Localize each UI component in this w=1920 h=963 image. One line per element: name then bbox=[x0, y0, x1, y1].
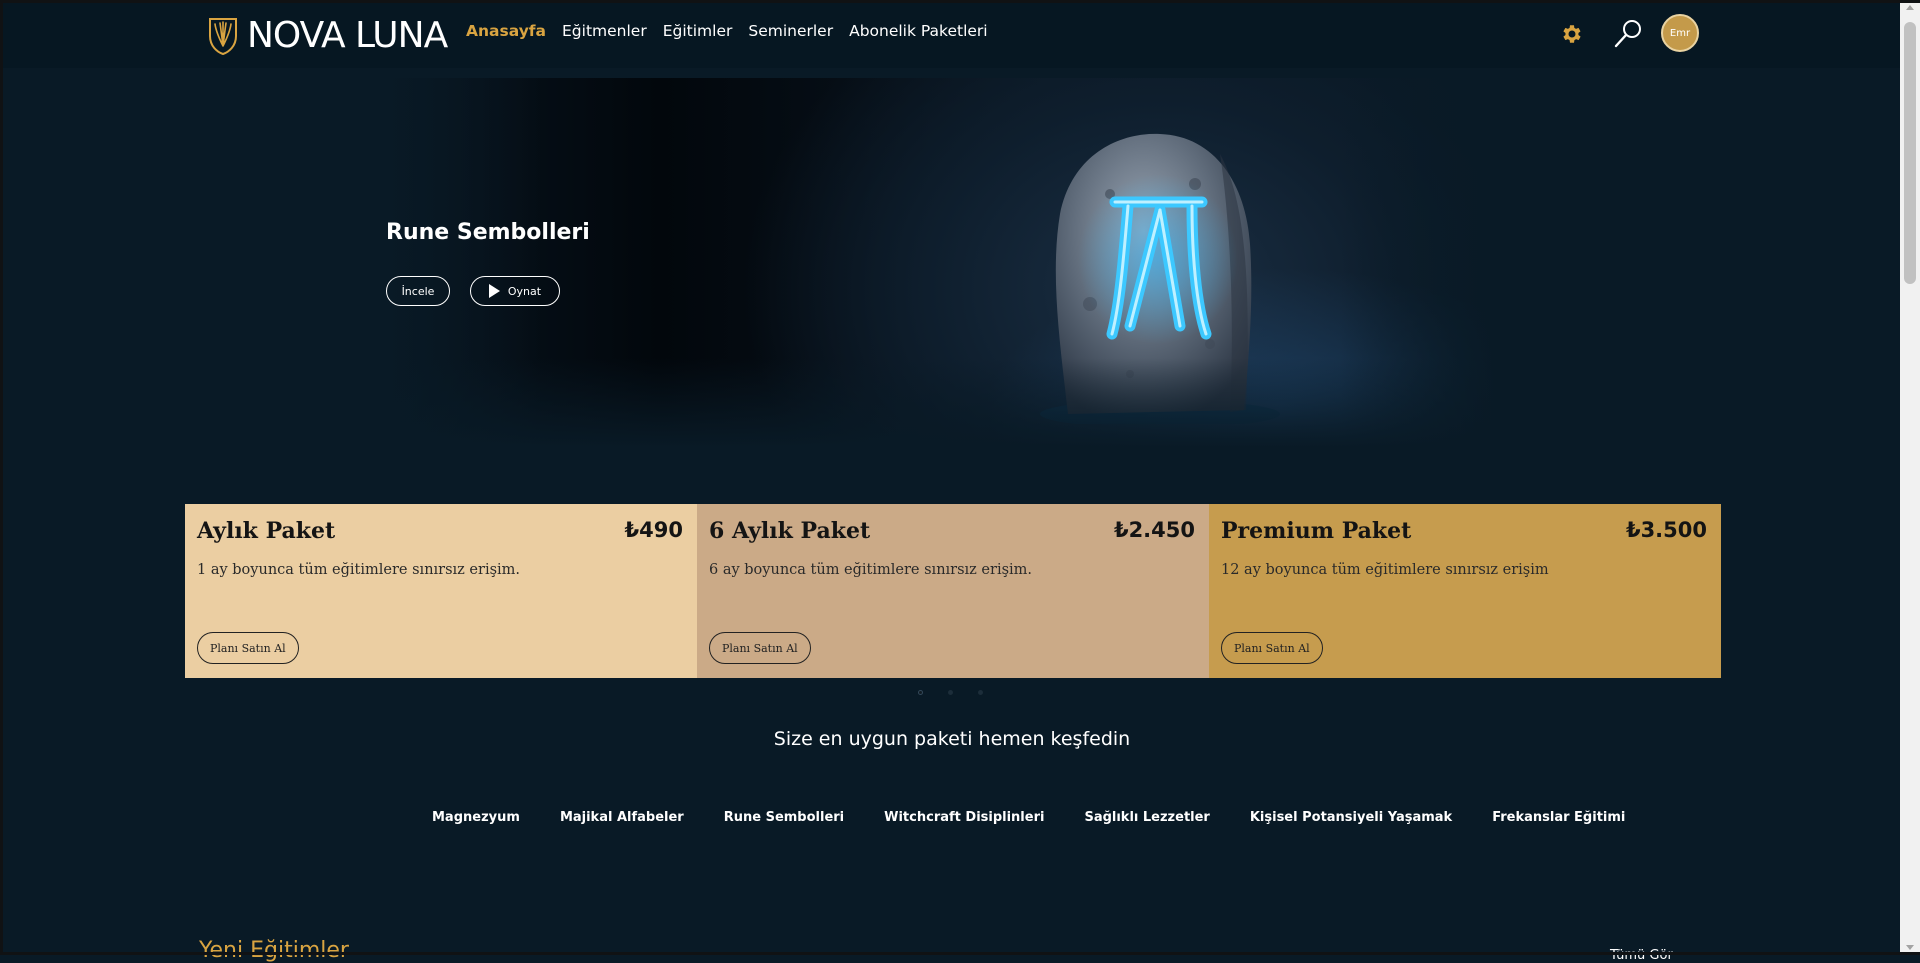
package-price: ₺3.500 bbox=[1625, 518, 1707, 542]
package-description: 6 ay boyunca tüm eğitimlere sınırsız eri… bbox=[709, 562, 1033, 578]
package-card-monthly: Aylık Paket ₺490 1 ay boyunca tüm eğitim… bbox=[185, 504, 697, 678]
category-link[interactable]: Magnezyum bbox=[432, 810, 520, 825]
scrollbar-thumb[interactable] bbox=[1904, 22, 1916, 284]
top-header: NOVA LUNA Anasayfa Eğitmenler Eğitimler … bbox=[0, 0, 1900, 68]
carousel-dot[interactable] bbox=[978, 690, 983, 695]
scroll-down-icon[interactable] bbox=[1906, 945, 1914, 950]
main-nav: Anasayfa Eğitmenler Eğitimler Seminerler… bbox=[466, 22, 988, 40]
nav-item-anasayfa[interactable]: Anasayfa bbox=[466, 22, 546, 40]
new-courses-title: Yeni Eğitimler bbox=[199, 938, 349, 963]
see-all-link[interactable]: Tümü Gör bbox=[1610, 948, 1673, 963]
brand-name: NOVA LUNA bbox=[247, 15, 448, 56]
play-button[interactable]: Oynat bbox=[470, 276, 560, 306]
play-icon bbox=[488, 284, 500, 298]
package-name: 6 Aylık Paket bbox=[709, 518, 871, 544]
package-description: 1 ay boyunca tüm eğitimlere sınırsız eri… bbox=[197, 562, 521, 578]
buy-plan-button[interactable]: Planı Satın Al bbox=[1221, 632, 1323, 664]
inspect-button-label: İncele bbox=[401, 284, 435, 298]
category-link[interactable]: Rune Sembolleri bbox=[724, 810, 844, 825]
carousel-dot[interactable] bbox=[948, 690, 953, 695]
hero-fade bbox=[380, 358, 1500, 448]
category-link[interactable]: Witchcraft Disiplinleri bbox=[884, 810, 1044, 825]
nav-item-seminerler[interactable]: Seminerler bbox=[748, 22, 833, 40]
package-name: Aylık Paket bbox=[197, 518, 336, 544]
package-price: ₺490 bbox=[624, 518, 683, 542]
search-icon[interactable] bbox=[1612, 18, 1644, 50]
inspect-button[interactable]: İncele bbox=[386, 276, 450, 306]
hero-title: Rune Sembolleri bbox=[386, 220, 590, 245]
package-card-6-month: 6 Aylık Paket ₺2.450 6 ay boyunca tüm eğ… bbox=[697, 504, 1209, 678]
category-link[interactable]: Kişisel Potansiyeli Yaşamak bbox=[1250, 810, 1452, 825]
category-bar: Magnezyum Majikal Alfabeler Rune Semboll… bbox=[432, 810, 1625, 825]
brand-logo[interactable]: NOVA LUNA bbox=[207, 14, 448, 58]
package-price: ₺2.450 bbox=[1113, 518, 1195, 542]
package-card-premium: Premium Paket ₺3.500 12 ay boyunca tüm e… bbox=[1209, 504, 1721, 678]
hero-banner bbox=[380, 78, 1500, 448]
packages-tagline: Size en uygun paketi hemen keşfedin bbox=[773, 728, 1131, 750]
carousel-dot[interactable] bbox=[918, 690, 923, 695]
page-scrollbar[interactable] bbox=[1900, 0, 1920, 955]
buy-plan-button[interactable]: Planı Satın Al bbox=[709, 632, 811, 664]
avatar-initials: Emr bbox=[1669, 27, 1691, 39]
package-name: Premium Paket bbox=[1221, 518, 1412, 544]
buy-plan-button[interactable]: Planı Satın Al bbox=[197, 632, 299, 664]
category-link[interactable]: Frekanslar Eğitimi bbox=[1492, 810, 1625, 825]
nav-item-egitimler[interactable]: Eğitimler bbox=[663, 22, 733, 40]
crown-shield-icon bbox=[209, 18, 237, 56]
category-link[interactable]: Sağlıklı Lezzetler bbox=[1084, 810, 1209, 825]
carousel-dots bbox=[918, 690, 983, 695]
nav-item-abonelik-paketleri[interactable]: Abonelik Paketleri bbox=[849, 22, 988, 40]
category-link[interactable]: Majikal Alfabeler bbox=[560, 810, 684, 825]
user-avatar[interactable]: Emr bbox=[1661, 14, 1699, 52]
nav-item-egitmenler[interactable]: Eğitmenler bbox=[562, 22, 647, 40]
play-button-label: Oynat bbox=[507, 284, 542, 298]
package-carousel: Aylık Paket ₺490 1 ay boyunca tüm eğitim… bbox=[185, 504, 1721, 678]
scroll-up-icon[interactable] bbox=[1906, 5, 1914, 10]
package-description: 12 ay boyunca tüm eğitimlere sınırsız er… bbox=[1221, 562, 1549, 578]
gear-icon[interactable] bbox=[1560, 22, 1584, 46]
